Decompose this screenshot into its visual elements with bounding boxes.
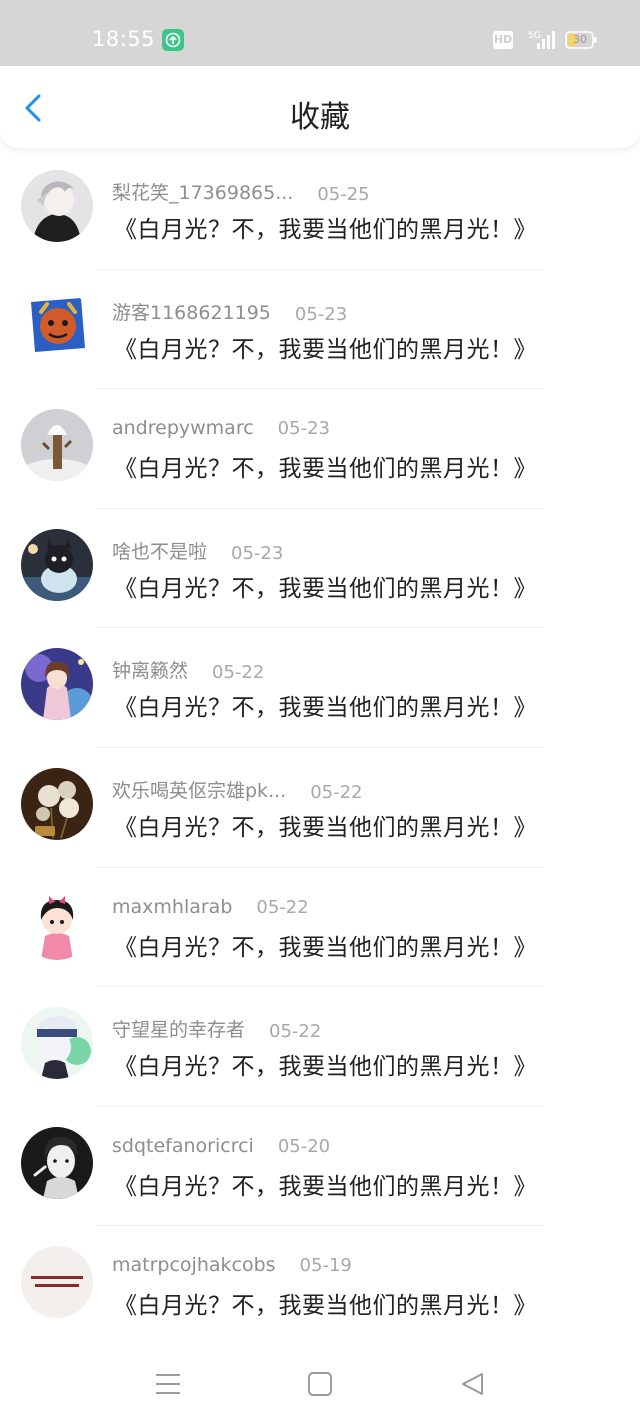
list-item[interactable]: sdqtefanoricrci 05-20 《白月光？不，我要当他们的黑月光！》 — [0, 1107, 640, 1227]
item-meta: 钟离籁然 05-22 — [112, 656, 264, 683]
item-meta: 梨花笑_17369865... 05-25 — [112, 178, 370, 205]
avatar[interactable] — [21, 409, 93, 482]
status-time: 18:55 — [92, 27, 156, 51]
item-date: 05-23 — [294, 303, 348, 325]
item-date: 05-22 — [269, 1021, 322, 1043]
user-name[interactable]: 欢乐喝英伛宗雄pk... — [112, 776, 286, 803]
item-meta: maxmhlarab 05-22 — [112, 896, 309, 918]
list-item[interactable]: 啥也不是啦 05-23 《白月光？不，我要当他们的黑月光！》 — [0, 509, 640, 629]
item-title[interactable]: 《白月光？不，我要当他们的黑月光！》 — [114, 449, 537, 483]
battery-level: 30 — [573, 33, 587, 46]
list-item[interactable]: andrepywmarc 05-23 《白月光？不，我要当他们的黑月光！》 — [0, 389, 640, 509]
signal-5g-icon: 5G — [528, 31, 555, 49]
avatar[interactable] — [21, 1126, 93, 1199]
item-date: 05-25 — [317, 184, 370, 205]
avatar[interactable] — [21, 1246, 93, 1319]
upload-notification-icon — [162, 29, 184, 51]
user-name[interactable]: 钟离籁然 — [112, 656, 188, 683]
item-meta: 啥也不是啦 05-23 — [112, 537, 283, 564]
user-name[interactable]: 梨花笑_17369865... — [112, 178, 293, 205]
item-title[interactable]: 《白月光？不，我要当他们的黑月光！》 — [114, 330, 537, 364]
user-name[interactable]: sdqtefanoricrci — [112, 1135, 254, 1157]
favorites-list: 梨花笑_17369865... 05-25 《白月光？不，我要当他们的黑月光！》 … — [0, 150, 640, 1346]
avatar[interactable] — [21, 887, 93, 960]
avatar[interactable] — [21, 648, 93, 721]
item-date: 05-22 — [310, 781, 363, 803]
item-meta: 欢乐喝英伛宗雄pk... 05-22 — [112, 776, 363, 803]
item-date: 05-22 — [256, 896, 309, 918]
page-title: 收藏 — [290, 100, 350, 135]
network-label: 5G — [528, 31, 541, 41]
list-item[interactable]: 守望星的幸存者 05-22 《白月光？不，我要当他们的黑月光！》 — [0, 987, 640, 1107]
hd-badge: HD — [493, 31, 513, 49]
list-item[interactable]: 游客1168621195 05-23 《白月光？不，我要当他们的黑月光！》 — [0, 270, 640, 390]
item-meta: 守望星的幸存者 05-22 — [112, 1015, 321, 1042]
avatar[interactable] — [21, 289, 93, 362]
top-bar: 收藏 — [0, 66, 640, 148]
item-meta: andrepywmarc 05-23 — [112, 417, 330, 439]
system-nav-bar — [0, 1346, 640, 1422]
list-item[interactable]: 梨花笑_17369865... 05-25 《白月光？不，我要当他们的黑月光！》 — [0, 150, 640, 270]
item-meta: matrpcojhakcobs 05-19 — [112, 1254, 352, 1276]
item-title[interactable]: 《白月光？不，我要当他们的黑月光！》 — [114, 1047, 537, 1081]
item-title[interactable]: 《白月光？不，我要当他们的黑月光！》 — [114, 808, 537, 842]
item-date: 05-23 — [231, 542, 284, 564]
item-meta: sdqtefanoricrci 05-20 — [112, 1135, 330, 1157]
item-date: 05-23 — [277, 418, 330, 440]
status-bar: 18:55 HD 5G 30 — [0, 0, 640, 66]
item-title[interactable]: 《白月光？不，我要当他们的黑月光！》 — [114, 569, 537, 603]
home-square-icon[interactable] — [306, 1370, 334, 1398]
item-date: 05-20 — [277, 1135, 331, 1157]
back-triangle-icon[interactable] — [459, 1370, 487, 1398]
item-title[interactable]: 《白月光？不，我要当他们的黑月光！》 — [114, 928, 537, 962]
list-item[interactable]: 欢乐喝英伛宗雄pk... 05-22 《白月光？不，我要当他们的黑月光！》 — [0, 748, 640, 868]
avatar[interactable] — [21, 528, 93, 601]
list-item[interactable]: maxmhlarab 05-22 《白月光？不，我要当他们的黑月光！》 — [0, 868, 640, 988]
item-meta: 游客1168621195 05-23 — [112, 298, 347, 325]
item-title[interactable]: 《白月光？不，我要当他们的黑月光！》 — [114, 1286, 537, 1320]
item-title[interactable]: 《白月光？不，我要当他们的黑月光！》 — [114, 1167, 537, 1201]
list-item[interactable]: 钟离籁然 05-22 《白月光？不，我要当他们的黑月光！》 — [0, 628, 640, 748]
user-name[interactable]: maxmhlarab — [112, 896, 232, 918]
menu-icon[interactable] — [154, 1370, 182, 1398]
item-title[interactable]: 《白月光？不，我要当他们的黑月光！》 — [114, 688, 537, 722]
user-name[interactable]: 守望星的幸存者 — [112, 1015, 245, 1042]
user-name[interactable]: 游客1168621195 — [112, 298, 271, 325]
user-name[interactable]: andrepywmarc — [112, 417, 254, 439]
avatar[interactable] — [21, 170, 93, 242]
item-title[interactable]: 《白月光？不，我要当他们的黑月光！》 — [114, 210, 537, 244]
avatar[interactable] — [21, 767, 93, 840]
list-item[interactable]: matrpcojhakcobs 05-19 《白月光？不，我要当他们的黑月光！》 — [0, 1226, 640, 1346]
item-date: 05-22 — [212, 662, 265, 684]
avatar[interactable] — [21, 1007, 93, 1080]
user-name[interactable]: matrpcojhakcobs — [112, 1254, 276, 1276]
item-date: 05-19 — [299, 1255, 352, 1277]
user-name[interactable]: 啥也不是啦 — [112, 537, 207, 564]
